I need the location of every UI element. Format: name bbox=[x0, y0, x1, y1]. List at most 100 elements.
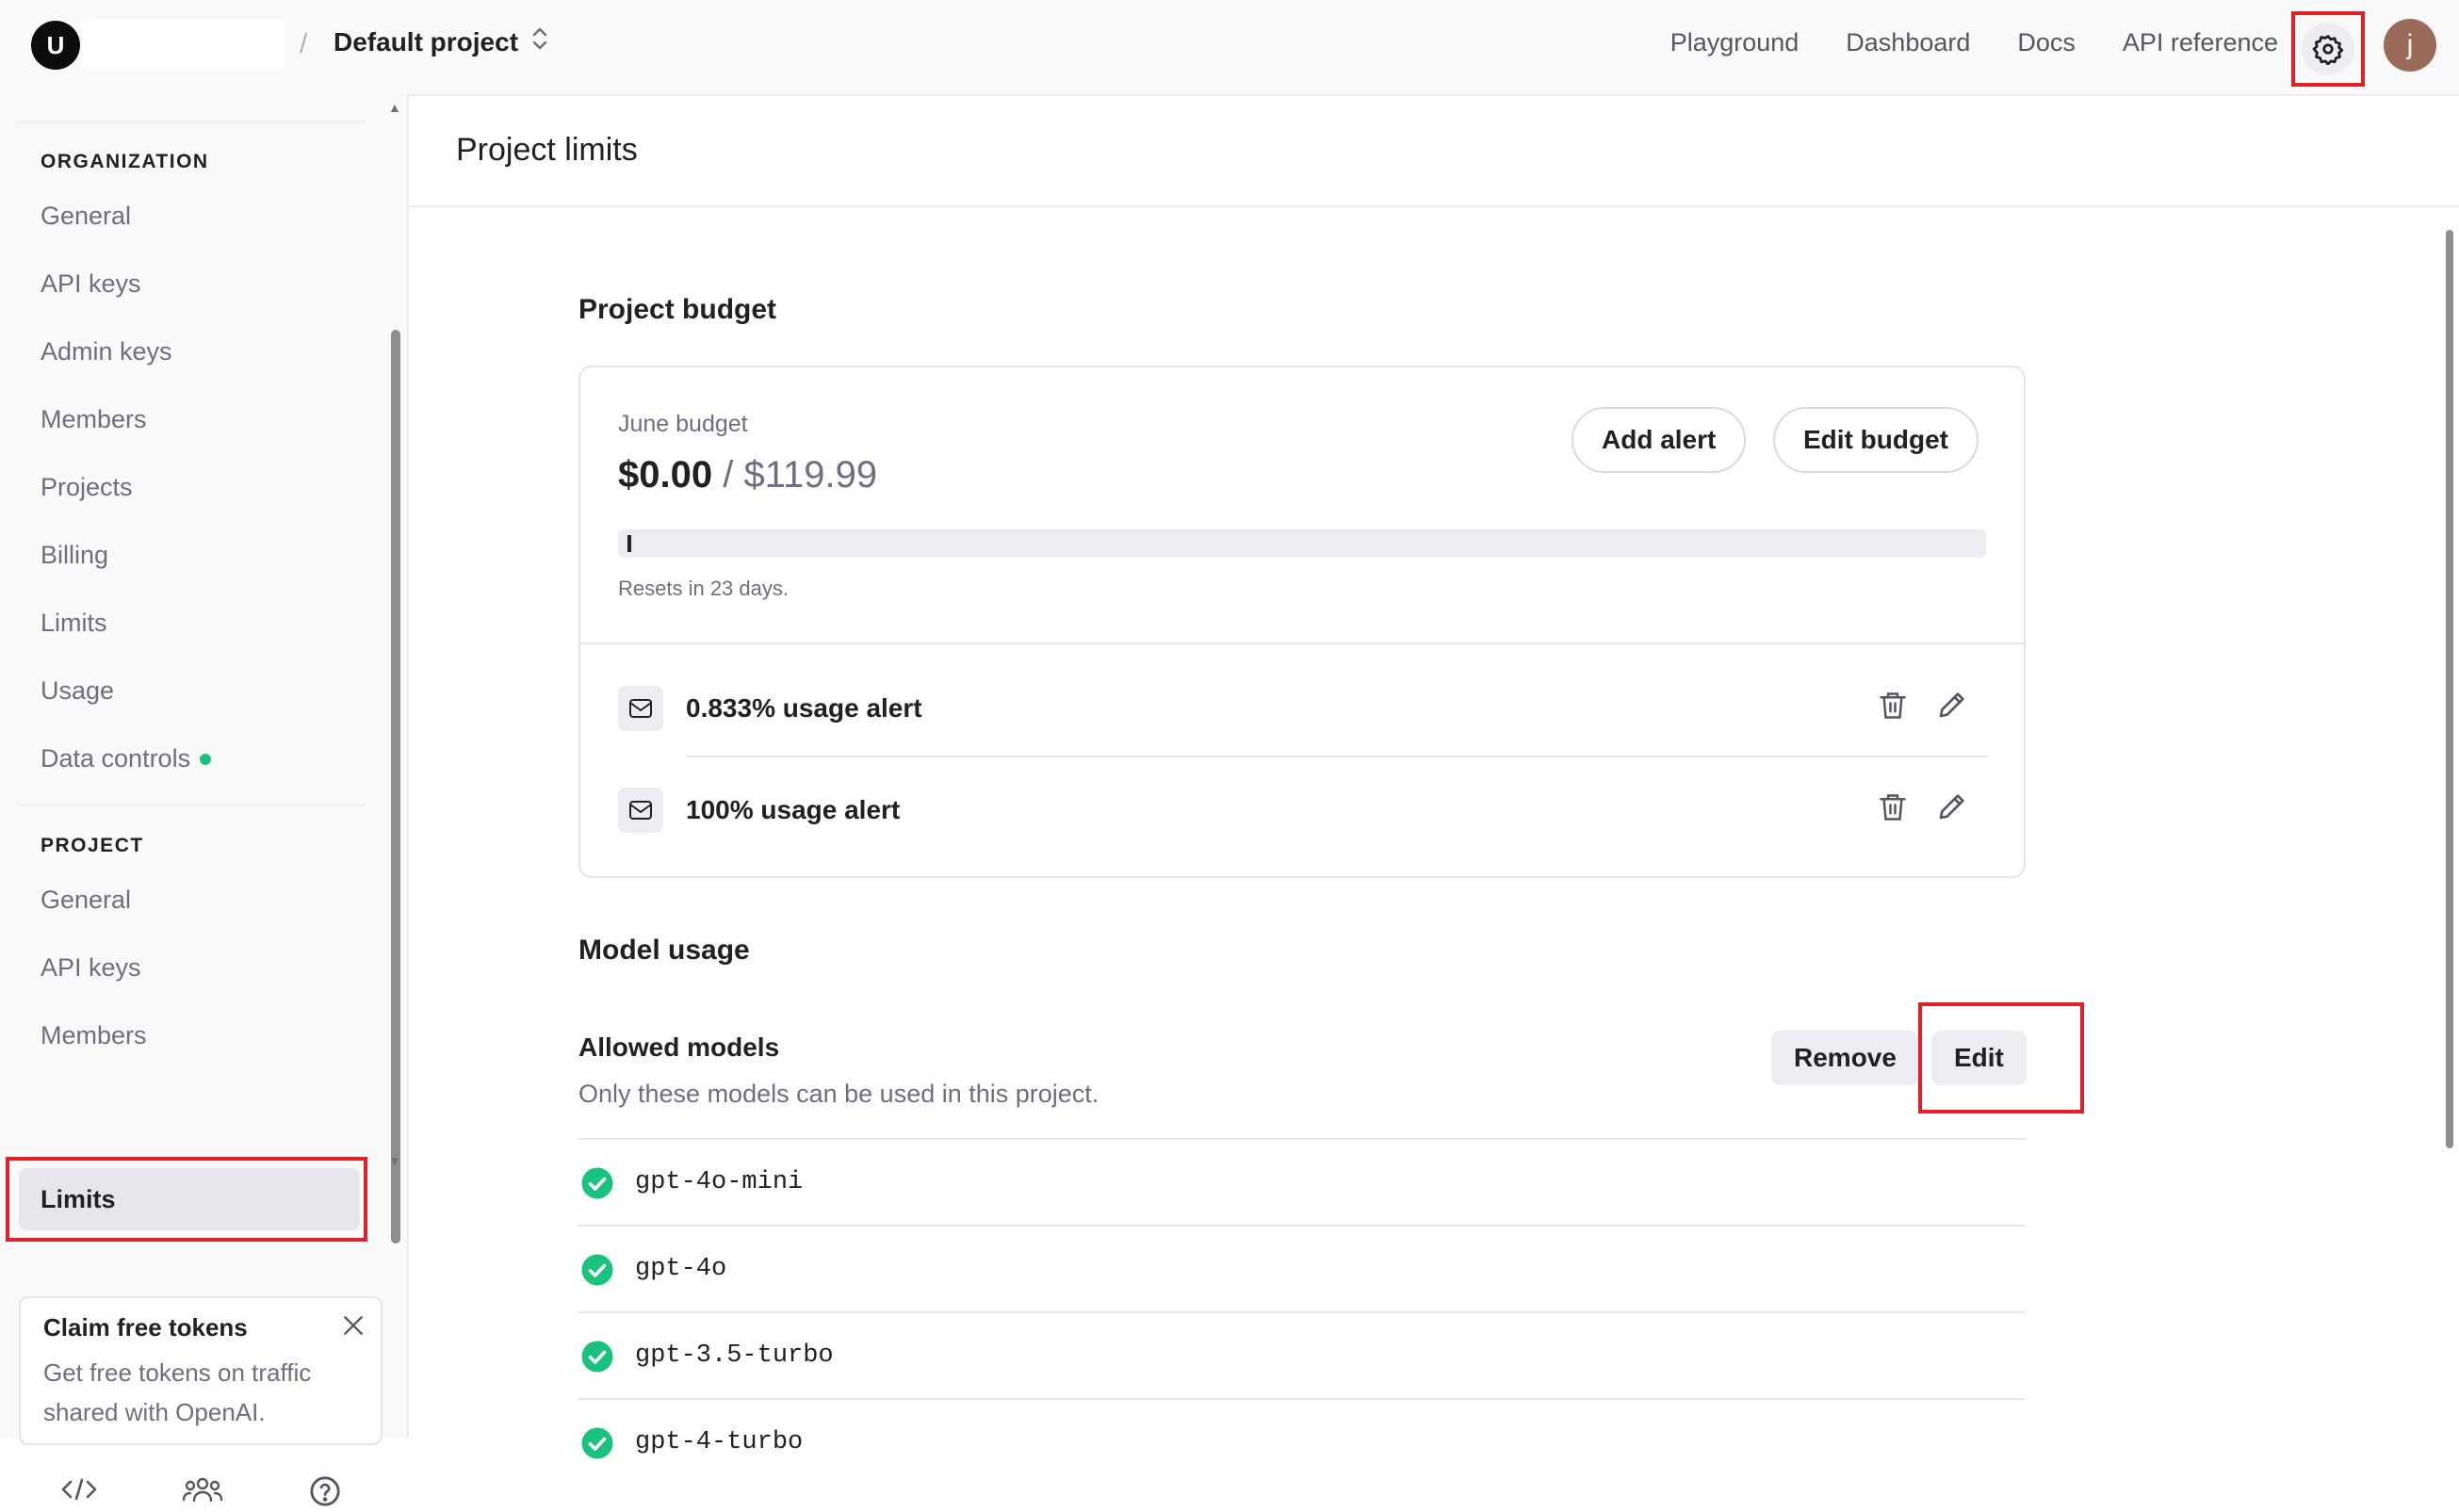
page-title: Project limits bbox=[456, 132, 638, 168]
alert-label: 100% usage alert bbox=[686, 795, 901, 824]
check-circle-icon bbox=[580, 1166, 614, 1205]
sidebar-item-projects[interactable]: Projects bbox=[41, 473, 133, 502]
sidebar-item-data-controls[interactable]: Data controls bbox=[41, 744, 212, 773]
sidebar-item-label: Limits bbox=[41, 609, 107, 637]
org-avatar[interactable]: U bbox=[31, 21, 80, 70]
budget-separator: / bbox=[723, 454, 734, 496]
sidebar-item-org-general[interactable]: General bbox=[41, 202, 131, 231]
promo-card: Claim free tokens Get free tokens on tra… bbox=[19, 1296, 383, 1445]
sidebar-item-label: API keys bbox=[41, 953, 141, 982]
mail-icon bbox=[618, 686, 663, 731]
budget-progress-bar bbox=[618, 529, 1986, 558]
sidebar-item-project-members[interactable]: Members bbox=[41, 1021, 147, 1050]
close-icon[interactable] bbox=[341, 1313, 366, 1342]
budget-reset-text: Resets in 23 days. bbox=[618, 577, 789, 600]
nav-docs[interactable]: Docs bbox=[2017, 28, 2076, 57]
allowed-models-description: Only these models can be used in this pr… bbox=[578, 1080, 1099, 1108]
alert-divider bbox=[686, 756, 1988, 757]
project-switcher[interactable]: Default project bbox=[334, 26, 548, 57]
budget-card: June budget $0.00 / $119.99 Add alert Ed… bbox=[578, 366, 2026, 878]
sidebar-item-label: API keys bbox=[41, 269, 141, 298]
model-row: gpt-3.5-turbo bbox=[578, 1311, 2026, 1398]
check-circle-icon bbox=[580, 1426, 614, 1465]
budget-progress-fill bbox=[627, 535, 631, 552]
help-icon[interactable] bbox=[309, 1475, 341, 1512]
scroll-down-arrow-icon[interactable]: ▼ bbox=[388, 1153, 401, 1168]
mail-icon bbox=[618, 788, 663, 833]
sidebar: ORGANIZATION General API keys Admin keys… bbox=[0, 94, 407, 1506]
sidebar-scrollbar[interactable] bbox=[391, 330, 400, 1244]
budget-spent: $0.00 bbox=[618, 454, 713, 496]
trash-icon[interactable] bbox=[1879, 791, 1907, 828]
header-divider bbox=[409, 205, 2459, 207]
promo-text: Get free tokens on traffic shared with O… bbox=[43, 1358, 312, 1426]
sidebar-item-label: Members bbox=[41, 405, 147, 433]
nav-playground[interactable]: Playground bbox=[1670, 28, 1799, 57]
remove-button[interactable]: Remove bbox=[1771, 1031, 1919, 1085]
settings-button[interactable] bbox=[2291, 11, 2365, 87]
sidebar-item-label: General bbox=[41, 202, 132, 230]
budget-label: June budget bbox=[618, 411, 748, 437]
alert-row: 0.833% usage alert bbox=[618, 682, 1990, 739]
main-content: Project limits Project budget June budge… bbox=[407, 94, 2459, 1459]
breadcrumb-separator: / bbox=[300, 28, 308, 59]
model-row: gpt-4o-mini bbox=[578, 1138, 2026, 1225]
top-bar: U / Default project Playground Dashboard… bbox=[0, 0, 2459, 94]
sidebar-item-billing[interactable]: Billing bbox=[41, 541, 108, 570]
sidebar-heading-project: PROJECT bbox=[41, 835, 144, 856]
project-budget-title: Project budget bbox=[578, 294, 777, 325]
model-name: gpt-4-turbo bbox=[635, 1428, 804, 1456]
status-dot-icon bbox=[200, 753, 212, 765]
sidebar-divider bbox=[19, 121, 364, 122]
sidebar-item-project-limits[interactable]: Limits bbox=[19, 1168, 360, 1230]
org-name-redacted[interactable] bbox=[81, 19, 285, 70]
sidebar-item-label: Members bbox=[41, 1021, 147, 1049]
main-scrollbar[interactable] bbox=[2446, 230, 2453, 1148]
sidebar-item-label: Billing bbox=[41, 541, 109, 569]
trash-icon[interactable] bbox=[1879, 690, 1907, 726]
sidebar-item-usage[interactable]: Usage bbox=[41, 676, 114, 706]
sidebar-item-label: Usage bbox=[41, 676, 115, 705]
sidebar-item-label: General bbox=[41, 886, 132, 914]
alert-label: 0.833% usage alert bbox=[686, 693, 922, 723]
gear-icon bbox=[2302, 23, 2354, 75]
sidebar-heading-organization: ORGANIZATION bbox=[41, 151, 209, 172]
model-usage-title: Model usage bbox=[578, 935, 750, 966]
alert-row: 100% usage alert bbox=[618, 784, 1990, 840]
sidebar-item-label: Data controls bbox=[41, 744, 191, 772]
edit-models-button[interactable]: Edit bbox=[1931, 1031, 2027, 1085]
model-row: gpt-4-turbo bbox=[578, 1398, 2026, 1485]
promo-title: Claim free tokens bbox=[43, 1313, 248, 1341]
sidebar-item-label: Admin keys bbox=[41, 337, 172, 366]
team-icon[interactable] bbox=[182, 1475, 223, 1508]
sidebar-item-label: Projects bbox=[41, 473, 133, 501]
edit-budget-button[interactable]: Edit budget bbox=[1773, 407, 1979, 473]
pencil-icon[interactable] bbox=[1937, 791, 1967, 826]
sidebar-item-org-api-keys[interactable]: API keys bbox=[41, 269, 141, 299]
pencil-icon[interactable] bbox=[1937, 690, 1967, 724]
sidebar-item-org-limits[interactable]: Limits bbox=[41, 609, 107, 638]
user-avatar[interactable]: j bbox=[2384, 19, 2436, 72]
budget-amount: $0.00 / $119.99 bbox=[618, 454, 877, 496]
sidebar-item-project-api-keys[interactable]: API keys bbox=[41, 953, 141, 983]
model-name: gpt-4o-mini bbox=[635, 1168, 804, 1196]
check-circle-icon bbox=[580, 1253, 614, 1292]
sidebar-item-org-members[interactable]: Members bbox=[41, 405, 147, 434]
nav-dashboard[interactable]: Dashboard bbox=[1846, 28, 1970, 57]
model-name: gpt-4o bbox=[635, 1255, 727, 1283]
card-divider bbox=[580, 642, 2024, 644]
add-alert-button[interactable]: Add alert bbox=[1571, 407, 1747, 473]
nav-api-reference[interactable]: API reference bbox=[2123, 28, 2278, 57]
model-name: gpt-3.5-turbo bbox=[635, 1341, 834, 1370]
sidebar-divider bbox=[19, 805, 364, 806]
sidebar-item-label: Limits bbox=[41, 1184, 116, 1213]
chevron-updown-icon bbox=[531, 26, 548, 57]
budget-limit: $119.99 bbox=[743, 454, 878, 496]
sidebar-item-admin-keys[interactable]: Admin keys bbox=[41, 337, 172, 366]
scroll-up-arrow-icon[interactable]: ▲ bbox=[388, 100, 401, 115]
model-row: gpt-4o bbox=[578, 1225, 2026, 1311]
sidebar-item-project-general[interactable]: General bbox=[41, 886, 131, 915]
check-circle-icon bbox=[580, 1340, 614, 1378]
allowed-models-title: Allowed models bbox=[578, 1032, 780, 1062]
code-icon[interactable] bbox=[60, 1475, 98, 1508]
